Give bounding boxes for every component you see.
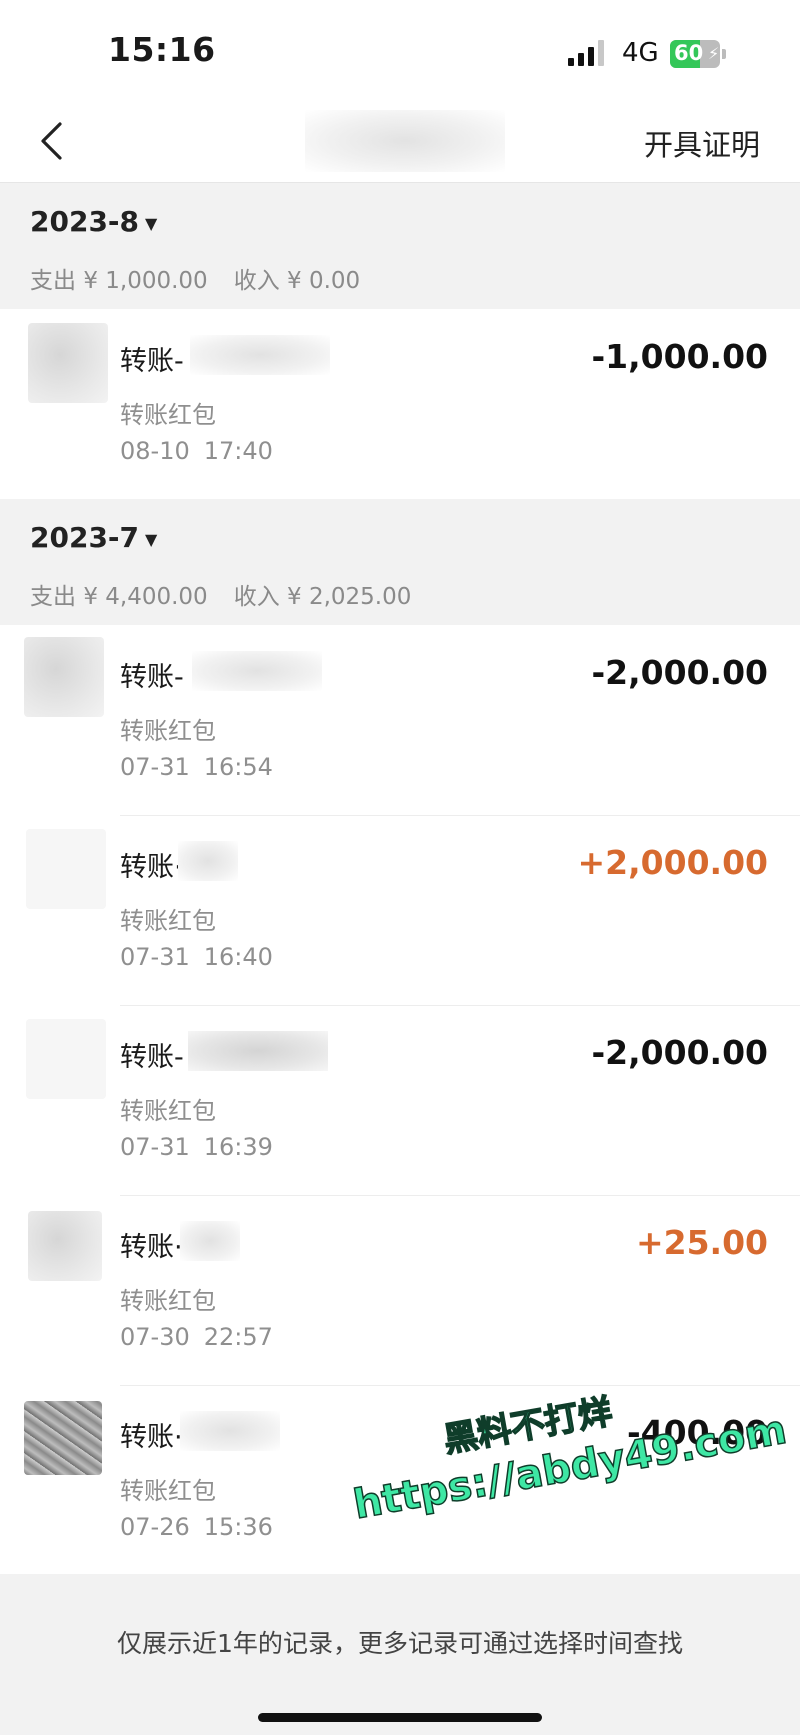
battery-level: 60: [674, 41, 704, 65]
avatar: [24, 1401, 102, 1475]
transaction-row[interactable]: 转账- -2,000.00 转账红包 07-31 16:39: [0, 1005, 800, 1195]
blurred-name: [192, 651, 322, 691]
expense-total: ¥ 1,000.00: [83, 268, 208, 294]
transaction-time: 08-10 17:40: [120, 437, 273, 465]
home-indicator[interactable]: [258, 1713, 542, 1722]
transaction-time: 07-31 16:40: [120, 943, 273, 971]
network-type: 4G: [622, 38, 659, 68]
month-header: 2023-8 ▼ 支出 ¥ 1,000.00 收入 ¥ 0.00: [0, 183, 800, 309]
transaction-row[interactable]: 转账- -2,000.00 转账红包 07-31 16:54: [0, 625, 800, 815]
signal-icon: [568, 40, 608, 66]
transaction-amount: -2,000.00: [591, 653, 768, 692]
transaction-row[interactable]: 转账· +25.00 转账红包 07-30 22:57: [0, 1195, 800, 1385]
month-label: 2023-8: [30, 205, 140, 238]
blurred-name: [180, 1221, 240, 1261]
issue-certificate-button[interactable]: 开具证明: [644, 122, 760, 164]
month-label: 2023-7: [30, 521, 140, 554]
charging-bolt-icon: ⚡: [708, 44, 720, 63]
footer-note: 仅展示近1年的记录，更多记录可通过选择时间查找: [117, 1629, 683, 1658]
caret-down-icon: ▼: [145, 213, 158, 233]
transaction-time: 07-26 15:36: [120, 1513, 273, 1541]
transaction-amount: -2,000.00: [591, 1033, 768, 1072]
caret-down-icon: ▼: [145, 529, 158, 549]
transaction-category: 转账红包: [120, 1287, 216, 1315]
transaction-category: 转账红包: [120, 717, 216, 745]
transaction-time: 07-30 22:57: [120, 1323, 273, 1351]
avatar: [24, 637, 104, 717]
transaction-amount: +25.00: [635, 1223, 768, 1262]
avatar: [28, 1211, 102, 1281]
transaction-amount: +2,000.00: [577, 843, 769, 882]
transaction-category: 转账红包: [120, 907, 216, 935]
transaction-category: 转账红包: [120, 1477, 216, 1505]
blurred-name: [180, 1411, 280, 1451]
transaction-row[interactable]: 转账· +2,000.00 转账红包 07-31 16:40: [0, 815, 800, 1005]
avatar: [28, 323, 108, 403]
month-selector[interactable]: 2023-7 ▼: [30, 521, 157, 554]
month-selector[interactable]: 2023-8 ▼: [30, 205, 157, 238]
transaction-title: 转账·: [120, 1422, 183, 1453]
transaction-title: 转账-: [120, 662, 184, 693]
transaction-row[interactable]: 转账· -400.00 转账红包 07-26 15:36: [0, 1385, 800, 1575]
transaction-title: 转账·: [120, 1232, 183, 1263]
status-time: 15:16: [108, 30, 216, 69]
transaction-amount: -400.00: [626, 1413, 768, 1452]
transaction-title: 转账·: [120, 852, 183, 883]
blurred-title: [305, 110, 505, 172]
transaction-row[interactable]: 转账- -1,000.00 转账红包 08-10 17:40: [0, 309, 800, 499]
transaction-category: 转账红包: [120, 401, 216, 429]
transaction-category: 转账红包: [120, 1097, 216, 1125]
income-total: ¥ 0.00: [287, 268, 361, 294]
avatar: [26, 829, 106, 909]
chevron-left-icon: [41, 122, 62, 160]
expense-total: ¥ 4,400.00: [83, 584, 208, 610]
transaction-time: 07-31 16:39: [120, 1133, 273, 1161]
status-bar: 15:16 4G 60 ⚡: [0, 0, 800, 100]
month-header: 2023-7 ▼ 支出 ¥ 4,400.00 收入 ¥ 2,025.00: [0, 499, 800, 625]
battery-icon: 60 ⚡: [670, 40, 728, 68]
avatar: [26, 1019, 106, 1099]
blurred-name: [190, 335, 330, 375]
footer: 仅展示近1年的记录，更多记录可通过选择时间查找: [0, 1574, 800, 1735]
transaction-title: 转账-: [120, 1042, 184, 1073]
blurred-name: [188, 1031, 328, 1071]
transaction-amount: -1,000.00: [591, 337, 768, 376]
income-total: ¥ 2,025.00: [287, 584, 412, 610]
month-summary: 支出 ¥ 1,000.00 收入 ¥ 0.00: [30, 268, 361, 294]
back-button[interactable]: [30, 116, 80, 166]
transaction-time: 07-31 16:54: [120, 753, 273, 781]
month-summary: 支出 ¥ 4,400.00 收入 ¥ 2,025.00: [30, 584, 412, 610]
transaction-title: 转账-: [120, 346, 184, 377]
nav-bar: 开具证明: [0, 100, 800, 183]
blurred-name: [178, 841, 238, 881]
